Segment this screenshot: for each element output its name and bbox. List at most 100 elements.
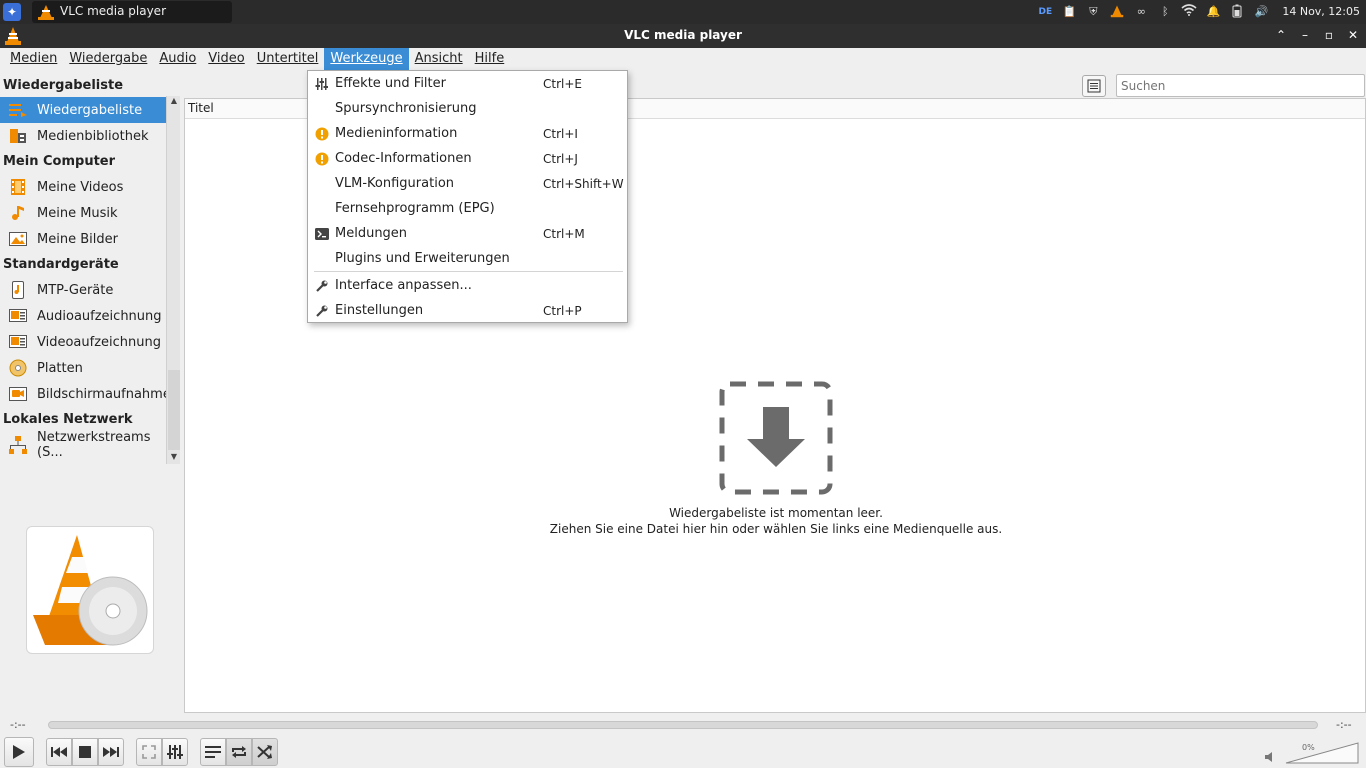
fullscreen-button[interactable] [136, 738, 162, 766]
section-network-heading: Lokales Netzwerk [3, 412, 133, 427]
taskbar-vlc-window[interactable]: VLC media player [32, 1, 232, 23]
scroll-up-icon[interactable]: ▲ [167, 96, 181, 108]
sidebar-scrollbar[interactable]: ▲ ▼ [166, 96, 180, 464]
menu-item-label: VLM-Konfiguration [335, 176, 455, 191]
shuffle-button[interactable] [252, 738, 278, 766]
menu-item-vlm-config[interactable]: VLM-Konfiguration Ctrl+Shift+W [308, 172, 627, 197]
clock[interactable]: 14 Nov, 12:05 [1282, 4, 1360, 20]
scrollbar-thumb[interactable] [168, 370, 180, 450]
volume-slider[interactable] [1284, 742, 1360, 764]
sidebar-item-label: MTP-Geräte [37, 282, 114, 298]
sidebar-item-label: Meine Bilder [37, 231, 118, 247]
menu-wiedergabe-label: Wiedergabe [69, 51, 148, 66]
menu-video[interactable]: Video [202, 48, 250, 70]
menu-item-label: Effekte und Filter [335, 76, 446, 91]
menu-item-epg[interactable]: Fernsehprogramm (EPG) [308, 197, 627, 222]
menu-item-shortcut: Ctrl+Shift+W [543, 177, 624, 191]
volume-percent: 0% [1302, 743, 1315, 752]
menu-medien-label: Medien [10, 51, 58, 66]
extended-settings-button[interactable] [162, 738, 188, 766]
sidebar-item-mtp[interactable]: MTP-Geräte [0, 277, 166, 303]
menu-item-preferences[interactable]: Einstellungen Ctrl+P [308, 299, 627, 324]
vpn-shield-icon[interactable]: ⛨ [1084, 4, 1102, 20]
sidebar-item-label: Meine Musik [37, 205, 118, 221]
remaining-time[interactable]: -:-- [1336, 718, 1352, 731]
menu-item-customize-interface[interactable]: Interface anpassen... [308, 274, 627, 299]
menu-item-shortcut: Ctrl+J [543, 152, 578, 166]
sidebar-item-label: Videoaufzeichnung [37, 334, 161, 350]
stop-button[interactable] [72, 738, 98, 766]
menu-audio[interactable]: Audio [153, 48, 202, 70]
sidebar-item-screen-capture[interactable]: Bildschirmaufnahme [0, 381, 171, 407]
sidebar-item-discs[interactable]: Platten [0, 355, 166, 381]
section-computer-heading: Mein Computer [3, 154, 116, 169]
equalizer-icon [315, 77, 329, 91]
battery-icon[interactable] [1228, 4, 1246, 20]
app-launcher-icon[interactable]: ✦ [3, 3, 21, 21]
search-input[interactable] [1116, 74, 1365, 97]
menu-hilfe[interactable]: Hilfe [469, 48, 511, 70]
wifi-icon[interactable] [1180, 4, 1198, 20]
bluetooth-icon[interactable]: ᛒ [1156, 4, 1174, 20]
window-titlebar[interactable]: VLC media player ⌃ – ▫ ✕ [0, 24, 1366, 48]
sidebar-item-videos[interactable]: Meine Videos [0, 174, 166, 200]
window-minimize-icon[interactable]: – [1298, 28, 1312, 42]
seek-slider[interactable] [48, 721, 1318, 729]
menu-medien[interactable]: Medien [4, 48, 63, 70]
menu-item-codec-info[interactable]: Codec-Informationen Ctrl+J [308, 147, 627, 172]
menu-item-track-sync[interactable]: Spursynchronisierung [308, 97, 627, 122]
camera-icon [9, 385, 27, 403]
menu-item-plugins[interactable]: Plugins und Erweiterungen [308, 247, 627, 272]
playlist-view-mode-button[interactable] [1082, 75, 1106, 97]
sidebar-item-library[interactable]: Medienbibliothek [0, 123, 166, 149]
mute-speaker-icon[interactable] [1265, 751, 1277, 763]
wrench-icon [315, 304, 329, 318]
playlist-icon [9, 101, 27, 119]
loop-button[interactable] [226, 738, 252, 766]
previous-button[interactable] [46, 738, 72, 766]
sidebar-item-music[interactable]: Meine Musik [0, 200, 166, 226]
menu-item-messages[interactable]: Meldungen Ctrl+M [308, 222, 627, 247]
next-button[interactable] [98, 738, 124, 766]
sidebar-item-pictures[interactable]: Meine Bilder [0, 226, 166, 252]
sidebar-item-label: Platten [37, 360, 83, 376]
sidebar-item-label: Medienbibliothek [37, 128, 149, 144]
terminal-icon [315, 227, 329, 241]
menu-ansicht[interactable]: Ansicht [409, 48, 469, 70]
window-maximize-icon[interactable]: ▫ [1322, 28, 1336, 42]
sidebar-item-video-capture[interactable]: Videoaufzeichnung [0, 329, 166, 355]
keyboard-layout-indicator[interactable]: DE [1036, 4, 1054, 20]
menu-item-label: Spursynchronisierung [335, 101, 477, 116]
window-close-icon[interactable]: ✕ [1346, 28, 1360, 42]
menu-audio-label: Audio [159, 51, 197, 66]
taskbar-vlc-title: VLC media player [60, 4, 167, 18]
empty-line-2: Ziehen Sie eine Datei hier hin oder wähl… [549, 522, 1003, 536]
menu-item-media-info[interactable]: Medieninformation Ctrl+I [308, 122, 627, 147]
notification-bell-icon[interactable]: 🔔 [1204, 4, 1222, 20]
link-icon[interactable]: ∞ [1132, 4, 1150, 20]
scroll-down-icon[interactable]: ▼ [167, 452, 181, 464]
sidebar-item-network-streams[interactable]: Netzwerkstreams (S... [0, 430, 166, 460]
window-title: VLC media player [624, 28, 742, 42]
menu-werkzeuge[interactable]: Werkzeuge [324, 48, 409, 70]
menu-item-effects-filters[interactable]: Effekte und Filter Ctrl+E [308, 72, 627, 97]
sidebar-item-audio-capture[interactable]: Audioaufzeichnung [0, 303, 166, 329]
music-note-icon [9, 204, 27, 222]
menu-untertitel[interactable]: Untertitel [251, 48, 325, 70]
window-shade-icon[interactable]: ⌃ [1274, 28, 1288, 42]
info-icon [315, 152, 329, 166]
vlc-cone-artwork-icon [33, 535, 148, 646]
clipboard-icon[interactable]: 📋 [1060, 4, 1078, 20]
sidebar-item-playlist[interactable]: Wiedergabeliste [0, 97, 166, 123]
sidebar: Wiedergabeliste Wiedergabeliste Medienbi… [0, 74, 182, 466]
menu-item-shortcut: Ctrl+M [543, 227, 585, 241]
album-art [26, 526, 154, 654]
toggle-playlist-button[interactable] [200, 738, 226, 766]
play-button[interactable] [4, 737, 34, 767]
column-title-label: Titel [188, 101, 214, 115]
menu-wiedergabe[interactable]: Wiedergabe [63, 48, 153, 70]
menu-bar: Medien Wiedergabe Audio Video Untertitel… [0, 48, 1366, 70]
vlc-tray-icon[interactable] [1108, 4, 1126, 20]
elapsed-time: -:-- [10, 718, 26, 731]
volume-tray-icon[interactable]: 🔊 [1252, 4, 1270, 20]
